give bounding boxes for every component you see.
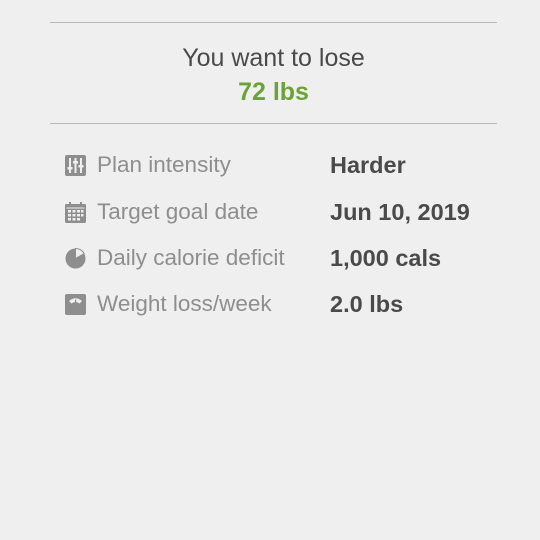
target-goal-date-row: Target goal date Jun 10, 2019 [0, 196, 540, 228]
sliders-icon [65, 155, 86, 176]
plan-intensity-label: Plan intensity [97, 152, 231, 177]
pie-chart-icon [65, 247, 86, 269]
goal-amount: 72 lbs [238, 78, 309, 106]
scale-icon [65, 294, 86, 315]
weight-loss-week-value: 2.0 lbs [330, 291, 404, 317]
daily-calorie-deficit-value: 1,000 cals [330, 245, 442, 271]
daily-calorie-deficit-label: Daily calorie deficit [97, 245, 285, 270]
calendar-icon [65, 202, 86, 223]
goal-title: You want to lose [182, 44, 365, 72]
plan-intensity-row: Plan intensity Harder [0, 149, 540, 181]
target-goal-date-label: Target goal date [97, 199, 259, 224]
daily-calorie-deficit-row: Daily calorie deficit 1,000 cals [0, 242, 540, 274]
weight-loss-week-label: Weight loss/week [97, 291, 272, 316]
target-goal-date-value: Jun 10, 2019 [330, 199, 470, 225]
top-divider [50, 22, 497, 23]
plan-intensity-value: Harder [330, 152, 406, 178]
weight-loss-week-row: Weight loss/week 2.0 lbs [0, 288, 540, 320]
bottom-divider [50, 123, 497, 124]
